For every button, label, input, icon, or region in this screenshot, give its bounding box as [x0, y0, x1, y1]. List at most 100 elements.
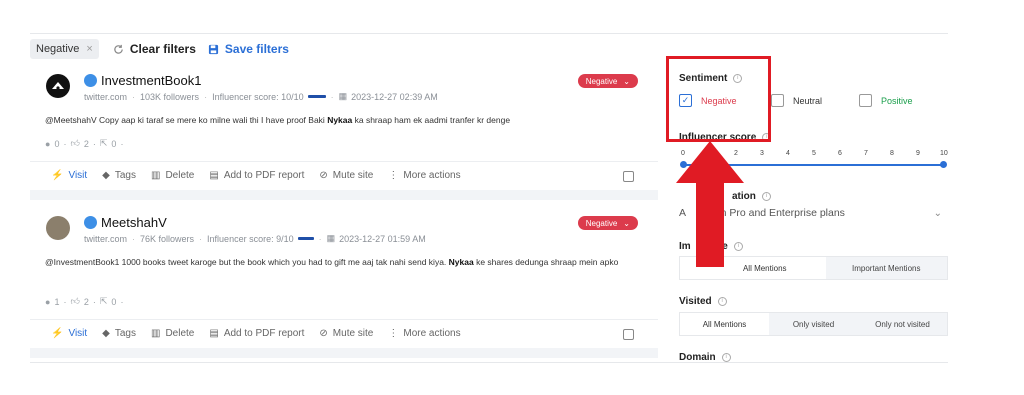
- visited-title-label: Visited: [679, 296, 712, 307]
- influencer-score: Influencer score: 9/10: [207, 233, 294, 244]
- sentiment-badge-label: Negative: [585, 218, 618, 228]
- tags-label: Tags: [114, 170, 136, 181]
- shares-count: 0: [111, 296, 117, 307]
- sentiment-badge[interactable]: Negative ⌄: [577, 216, 638, 230]
- chevron-down-icon: ⌄: [623, 76, 630, 86]
- post-date: 2023-12-27 01:59 AM: [339, 233, 426, 244]
- mute-site-button[interactable]: ⊘ Mute site: [319, 170, 373, 181]
- delete-button[interactable]: ▥ Delete: [151, 170, 194, 181]
- like-icon: 👍︎: [70, 296, 80, 306]
- checkbox[interactable]: [771, 94, 784, 107]
- tags-button[interactable]: ◆ Tags: [102, 328, 136, 339]
- share-icon: ⇱: [99, 296, 108, 306]
- influencer-score-bar: [307, 95, 326, 98]
- source-domain[interactable]: twitter.com: [84, 234, 127, 244]
- avatar: [46, 74, 70, 98]
- info-icon[interactable]: i: [761, 192, 771, 201]
- file-icon: ▤: [209, 328, 219, 339]
- more-actions-button[interactable]: ⋮ More actions: [388, 328, 460, 339]
- slider-tick-8: 8: [890, 150, 894, 157]
- sentiment-option-neutral[interactable]: Neutral: [771, 94, 822, 107]
- sentiment-badge-label: Negative: [585, 76, 618, 86]
- info-icon[interactable]: i: [717, 297, 727, 306]
- followers-count: 103K followers: [140, 91, 200, 102]
- author-name[interactable]: MeetshahV: [101, 215, 167, 230]
- slider-tick-5: 5: [812, 150, 816, 157]
- post-meta: twitter.com · 103K followers · Influencer …: [84, 91, 438, 102]
- calendar-icon: ▦: [338, 91, 348, 101]
- likes-count: 2: [83, 296, 89, 307]
- delete-label: Delete: [165, 328, 195, 339]
- delete-button[interactable]: ▥ Delete: [151, 328, 194, 339]
- more-vertical-icon: ⋮: [388, 170, 399, 181]
- mention-card: InvestmentBook1 twitter.com · 103K follow…: [30, 66, 658, 190]
- slider-tick-7: 7: [864, 150, 868, 157]
- floppy-disk-icon: [208, 44, 218, 54]
- mute-site-label: Mute site: [332, 328, 374, 339]
- author-name[interactable]: InvestmentBook1: [101, 73, 201, 88]
- post-text-part: ke shares dedunga shraap mein apko: [473, 257, 619, 267]
- avatar: [46, 216, 70, 240]
- mention-card: MeetshahV twitter.com · 76K followers · In…: [30, 200, 658, 348]
- visited-only-visited[interactable]: Only visited: [769, 313, 858, 335]
- slider-tick-10: 10: [940, 150, 948, 157]
- source-domain[interactable]: twitter.com: [84, 92, 127, 102]
- followers-count: 76K followers: [140, 233, 195, 244]
- chevron-down-icon: ⌄: [933, 208, 942, 219]
- tags-button[interactable]: ◆ Tags: [102, 170, 136, 181]
- more-actions-button[interactable]: ⋮ More actions: [388, 170, 460, 181]
- file-icon: ▤: [209, 170, 219, 181]
- checkbox[interactable]: [859, 94, 872, 107]
- visit-label: Visit: [68, 170, 88, 181]
- delete-label: Delete: [165, 170, 195, 181]
- verified-icon: [84, 216, 97, 229]
- post-text-part: ka shraap ham ek aadmi tranfer kr denge: [352, 115, 511, 125]
- post-stats: ● 0 · 👍︎ 2 · ⇱ 0 ·: [45, 138, 124, 149]
- comment-icon: ●: [45, 296, 51, 307]
- visited-toggle: All Mentions Only visited Only not visit…: [679, 312, 948, 336]
- mute-icon: ⊘: [319, 328, 328, 339]
- influencer-slider-max-handle[interactable]: [940, 161, 947, 168]
- logo-icon: [52, 82, 64, 90]
- post-actions: ⚡ Visit ◆ Tags ▥ Delete ▤ Add to PDF report …: [51, 328, 476, 339]
- select-checkbox[interactable]: [623, 329, 634, 340]
- add-to-pdf-button[interactable]: ▤ Add to PDF report: [209, 170, 304, 181]
- sentiment-badge[interactable]: Negative ⌄: [577, 74, 638, 88]
- mute-site-button[interactable]: ⊘ Mute site: [319, 328, 373, 339]
- header-divider: [30, 33, 948, 34]
- calendar-icon: ▦: [326, 233, 336, 243]
- sentiment-neutral-label: Neutral: [793, 95, 823, 106]
- visited-only-not-visited[interactable]: Only not visited: [858, 313, 947, 335]
- share-icon: ⇱: [99, 138, 108, 148]
- post-meta: twitter.com · 76K followers · Influencer s…: [84, 233, 426, 244]
- comments-count: 0: [54, 138, 60, 149]
- slider-tick-3: 3: [760, 150, 764, 157]
- add-to-pdf-button[interactable]: ▤ Add to PDF report: [209, 328, 304, 339]
- more-vertical-icon: ⋮: [388, 328, 399, 339]
- close-icon[interactable]: ×: [86, 43, 92, 55]
- visit-button[interactable]: ⚡ Visit: [51, 170, 87, 181]
- importance-important-mentions[interactable]: Important Mentions: [825, 257, 947, 279]
- tag-icon: ◆: [102, 170, 110, 181]
- post-text-part: @MeetshahV Copy aap ki taraf se mere ko …: [45, 115, 328, 125]
- mentions-feed: InvestmentBook1 twitter.com · 103K follow…: [30, 66, 658, 362]
- comments-count: 1: [54, 296, 60, 307]
- post-date: 2023-12-27 02:39 AM: [351, 91, 438, 102]
- filter-chip-label: Negative: [36, 43, 80, 55]
- app-root: Negative × Clear filters Save filters In…: [0, 0, 1024, 395]
- more-actions-label: More actions: [403, 170, 461, 181]
- save-filters-button[interactable]: Save filters: [208, 42, 289, 56]
- chevron-down-icon: ⌄: [623, 218, 630, 228]
- sentiment-option-positive[interactable]: Positive: [859, 94, 913, 107]
- info-icon[interactable]: i: [721, 353, 731, 362]
- clear-filters-button[interactable]: Clear filters: [113, 42, 196, 56]
- visit-button[interactable]: ⚡ Visit: [51, 328, 87, 339]
- select-checkbox[interactable]: [623, 171, 634, 182]
- filter-bar: Negative × Clear filters Save filters: [30, 38, 289, 60]
- slider-tick-4: 4: [786, 150, 790, 157]
- visited-all-mentions[interactable]: All Mentions: [680, 313, 769, 335]
- verified-icon: [84, 74, 97, 87]
- domain-title-label: Domain: [679, 352, 716, 363]
- mute-icon: ⊘: [319, 170, 328, 181]
- filter-chip-negative[interactable]: Negative ×: [30, 39, 99, 59]
